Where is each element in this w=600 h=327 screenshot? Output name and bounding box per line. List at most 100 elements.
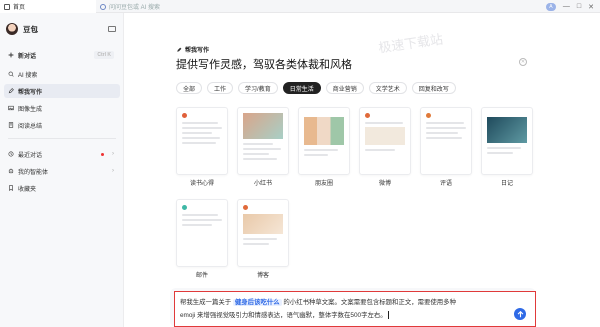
card-caption: 小红书 (253, 181, 272, 187)
top-search-input[interactable]: 问问豆包或 AI 搜索 (100, 2, 240, 11)
card-thumbnail (365, 127, 405, 145)
prompt-text: 的小红书种草文案。文案需要包含标题和正文，需要使用多种 (283, 299, 456, 306)
bookmark-icon (9, 185, 13, 191)
home-icon (4, 3, 10, 10)
card-caption: 日记 (500, 181, 513, 187)
sidebar-item-label: 帮我写作 (18, 89, 43, 96)
text-line (487, 147, 521, 149)
card-icon (243, 205, 248, 210)
minimize-button[interactable]: — (563, 3, 570, 10)
card-caption: 朋友圈 (314, 181, 333, 187)
tab-daily-life[interactable]: 日常生活 (282, 82, 321, 94)
title-bar: 首页 问问豆包或 AI 搜索 A — □ ✕ (0, 0, 600, 13)
text-line (182, 224, 212, 226)
text-line (243, 148, 281, 150)
sidebar-item-recent[interactable]: 最近对话 › (4, 147, 120, 161)
card-thumbnail (243, 214, 283, 234)
text-line (243, 243, 269, 245)
plus-icon (8, 52, 14, 58)
template-card-diary[interactable] (481, 107, 533, 175)
card-caption: 评语 (439, 181, 452, 187)
brand-name: 豆包 (23, 24, 38, 34)
template-card-xiaohongshu[interactable] (237, 107, 289, 175)
sidebar-item-label: 我的智能体 (18, 169, 49, 176)
card-caption: 微博 (378, 181, 391, 187)
prompt-text: 帮我生成一篇关于 (180, 299, 232, 306)
template-card-comments[interactable] (420, 107, 472, 175)
sidebar-item-label: 图像生成 (18, 106, 43, 113)
sidebar-item-label: 最近对话 (18, 152, 43, 159)
template-card-moments[interactable] (298, 107, 350, 175)
main-panel: 极速下载站 帮我写作 提供写作灵感，驾驭各类体裁和风格 ✕ 全部 工作 学习/教… (124, 13, 600, 327)
tab-home[interactable]: 首页 (0, 0, 96, 13)
card-caption: 博客 (256, 273, 269, 279)
window-controls: A — □ ✕ (545, 0, 600, 13)
text-line (487, 152, 513, 154)
close-icon[interactable]: ✕ (519, 58, 527, 66)
text-line (243, 238, 277, 240)
page-title: 提供写作灵感，驾驭各类体裁和风格 (176, 59, 352, 71)
close-window-button[interactable]: ✕ (588, 3, 594, 11)
tab-reply-rewrite[interactable]: 回复和改写 (411, 82, 456, 94)
text-line (182, 127, 222, 129)
sidebar-item-label: 阅读总结 (18, 123, 43, 130)
category-tabs: 全部 工作 学习/教育 日常生活 商业营销 文学艺术 回复和改写 (176, 82, 456, 94)
section-label-text: 帮我写作 (185, 48, 210, 54)
user-avatar[interactable]: A (545, 2, 556, 11)
search-icon (100, 3, 106, 10)
divider (8, 138, 116, 139)
card-caption: 邮件 (195, 273, 208, 279)
text-line (304, 149, 338, 151)
book-icon (8, 122, 14, 128)
text-line (426, 137, 462, 139)
clock-icon (8, 151, 14, 157)
maximize-button[interactable]: □ (577, 3, 581, 10)
sidebar-item-favorites[interactable]: 收藏夹 (4, 181, 120, 195)
text-line (243, 158, 277, 160)
text-line (182, 214, 218, 216)
card-icon (182, 205, 187, 210)
send-button[interactable] (514, 308, 526, 320)
tab-work[interactable]: 工作 (207, 82, 234, 94)
card-thumbnail (487, 117, 527, 143)
sidebar-item-new-chat[interactable]: 新对话 Ctrl K (4, 48, 120, 62)
arrow-up-icon (517, 310, 523, 317)
text-line (182, 219, 222, 221)
card-thumbnail (304, 117, 344, 145)
tab-all[interactable]: 全部 (176, 82, 203, 94)
prompt-text: emoji 来增强视觉吸引力和情感表达，语气幽默，整体字数在500字左右。 (180, 312, 387, 319)
brand: 豆包 (6, 23, 38, 35)
sidebar-item-my-agents[interactable]: 我的智能体 › (4, 164, 120, 178)
unread-dot (101, 152, 104, 156)
sidebar-collapse-icon[interactable] (108, 26, 116, 32)
sidebar-item-image-gen[interactable]: 图像生成 (4, 101, 120, 115)
template-card-email[interactable] (176, 199, 228, 267)
text-line (182, 132, 212, 134)
text-line (365, 122, 403, 124)
search-icon (8, 71, 14, 77)
chevron-right-icon: › (112, 168, 114, 174)
template-card-weibo[interactable] (359, 107, 411, 175)
tab-literature[interactable]: 文学艺术 (368, 82, 407, 94)
watermark: 极速下载站 (377, 31, 444, 56)
tab-marketing[interactable]: 商业营销 (325, 82, 364, 94)
sidebar-item-ai-search[interactable]: AI 搜索 (4, 67, 120, 81)
shortcut-badge: Ctrl K (94, 51, 114, 59)
template-card-blog[interactable] (237, 199, 289, 267)
card-icon (182, 113, 187, 118)
sidebar-item-reading[interactable]: 阅读总结 (4, 118, 120, 132)
text-caret (388, 311, 390, 320)
prompt-variable[interactable]: 健身后该吃什么 (232, 299, 282, 306)
image-icon (8, 105, 14, 111)
tab-education[interactable]: 学习/教育 (238, 82, 278, 94)
text-line (182, 142, 216, 144)
bot-icon (8, 168, 14, 174)
template-card-reading-notes[interactable] (176, 107, 228, 175)
top-search-placeholder: 问问豆包或 AI 搜索 (109, 5, 161, 11)
prompt-input[interactable]: 帮我生成一篇关于 健身后该吃什么 的小红书种草文案。文案需要包含标题和正文，需要… (174, 291, 536, 327)
sidebar-item-label: AI 搜索 (18, 72, 38, 79)
section-label: 帮我写作 (176, 45, 209, 54)
text-line (182, 122, 218, 124)
text-line (426, 132, 458, 134)
sidebar-item-writing[interactable]: 帮我写作 (4, 84, 120, 98)
